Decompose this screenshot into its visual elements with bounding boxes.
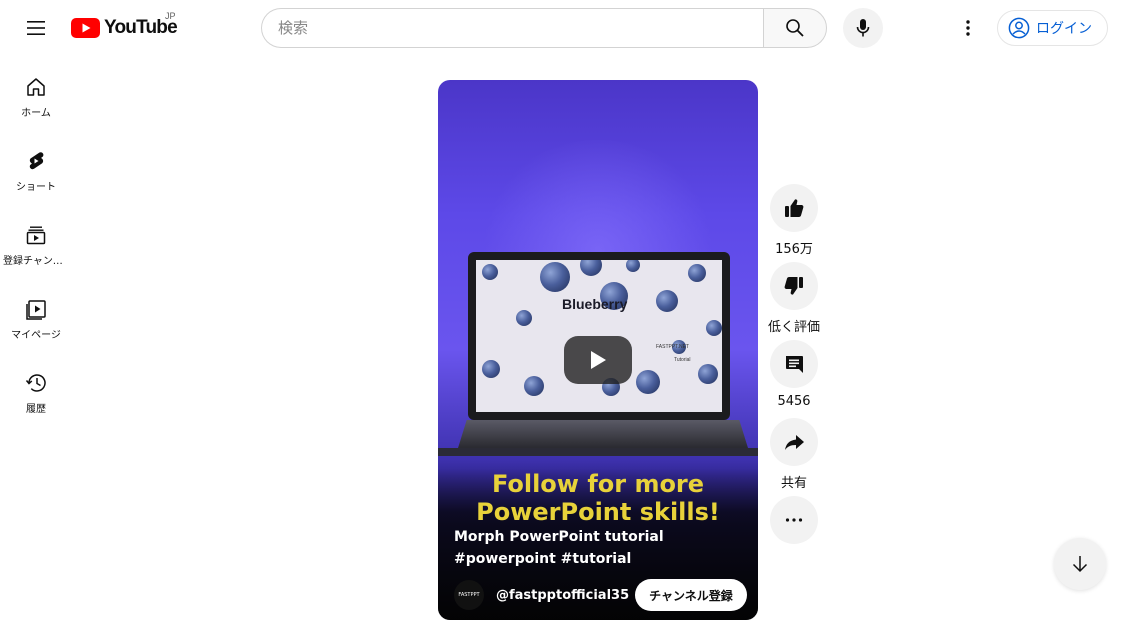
avatar-text: FASTPPT [458, 592, 480, 598]
sidebar-item-shorts[interactable]: ショート [0, 130, 72, 204]
thumbs-down-icon [784, 277, 803, 295]
login-button[interactable]: ログイン [997, 10, 1108, 46]
share-action: 共有 [766, 418, 822, 492]
sidebar-item-label: マイページ [11, 330, 61, 341]
like-count: 156万 [775, 242, 813, 257]
share-button[interactable] [770, 418, 818, 466]
play-icon [591, 351, 606, 369]
voice-search-button[interactable] [843, 8, 883, 48]
video-overlay-caption: Follow for more PowerPoint skills! [476, 470, 720, 526]
blueberry-image [656, 290, 678, 312]
like-button[interactable] [770, 184, 818, 232]
library-icon [26, 300, 46, 320]
dislike-button[interactable] [770, 262, 818, 310]
blueberry-image [636, 370, 660, 394]
slide-title: Blueberry [562, 296, 628, 312]
sidebar-item-you[interactable]: マイページ [0, 278, 72, 352]
blueberry-image [482, 360, 500, 378]
shorts-player[interactable]: Blueberry FASTPPT.NET Tutorial Follow fo… [438, 80, 758, 620]
sidebar-item-label: 登録チャンネル [3, 256, 69, 267]
youtube-play-logo-icon [71, 18, 100, 38]
blueberry-image [580, 260, 602, 276]
blueberry-image [482, 264, 498, 280]
sidebar-item-subscriptions[interactable]: 登録チャンネル [0, 204, 72, 278]
more-horizontal-icon [785, 518, 803, 522]
dislike-action: 低く評価 [766, 262, 822, 336]
account-circle-icon [1008, 17, 1030, 39]
sidebar-item-home[interactable]: ホーム [0, 56, 72, 130]
channel-avatar[interactable]: FASTPPT [454, 580, 484, 610]
more-action [766, 496, 822, 544]
dislike-label: 低く評価 [767, 320, 820, 335]
sidebar-item-label: ショート [16, 182, 56, 193]
blueberry-image [698, 364, 718, 384]
mini-guide: ホーム ショート 登録チャンネル マイページ 履歴 [0, 56, 72, 426]
slide-brand-block: FASTPPT.NET Tutorial [656, 344, 691, 364]
masthead: YouTube JP ログイン [0, 0, 1124, 56]
blueberry-image [626, 260, 640, 272]
video-title[interactable]: Morph PowerPoint tutorial #powerpoint #t… [454, 526, 744, 570]
blueberry-image [706, 320, 722, 336]
home-icon [27, 78, 45, 96]
sidebar-item-label: ホーム [21, 108, 51, 119]
search-icon [786, 19, 804, 37]
thumbs-up-icon [785, 199, 804, 217]
hamburger-icon [27, 21, 45, 35]
sidebar-item-history[interactable]: 履歴 [0, 352, 72, 426]
sidebar-item-label: 履歴 [26, 404, 46, 415]
blueberry-image [524, 376, 544, 396]
arrow-down-icon [1072, 556, 1088, 573]
desk-surface [438, 448, 758, 456]
search-button[interactable] [763, 8, 827, 48]
microphone-icon [856, 19, 870, 37]
channel-row: FASTPPT @fastpptofficial35 チャンネル登録 [454, 579, 754, 611]
blueberry-image [540, 262, 570, 292]
shorts-actions: 156万 低く評価 5456 共有 [766, 184, 822, 544]
history-icon [25, 374, 46, 392]
youtube-logo[interactable]: YouTube JP [71, 11, 178, 42]
comment-action: 5456 [766, 340, 822, 414]
like-action: 156万 [766, 184, 822, 258]
share-icon [785, 435, 804, 450]
slide-brand: FASTPPT.NET [656, 344, 690, 350]
play-button[interactable] [564, 336, 632, 384]
search-box [261, 8, 764, 48]
blueberry-image [516, 310, 532, 326]
more-actions-button[interactable] [770, 496, 818, 544]
laptop-keyboard [458, 420, 748, 448]
comments-button[interactable] [770, 340, 818, 388]
login-label: ログイン [1036, 21, 1092, 37]
comment-count: 5456 [777, 394, 811, 409]
settings-more-button[interactable] [948, 8, 988, 48]
next-video-button[interactable] [1054, 538, 1106, 590]
channel-name[interactable]: @fastpptofficial35 [496, 588, 629, 603]
shorts-icon [29, 152, 44, 170]
more-vertical-icon [966, 20, 970, 36]
share-label: 共有 [780, 476, 807, 491]
blueberry-image [688, 264, 706, 282]
logo-country-code: JP [165, 11, 176, 21]
comment-icon [786, 356, 803, 373]
search-input[interactable] [278, 19, 748, 37]
guide-menu-button[interactable] [16, 8, 56, 48]
subscribe-button[interactable]: チャンネル登録 [635, 579, 747, 611]
subscriptions-icon [26, 226, 46, 245]
slide-caption: Tutorial [674, 357, 691, 363]
